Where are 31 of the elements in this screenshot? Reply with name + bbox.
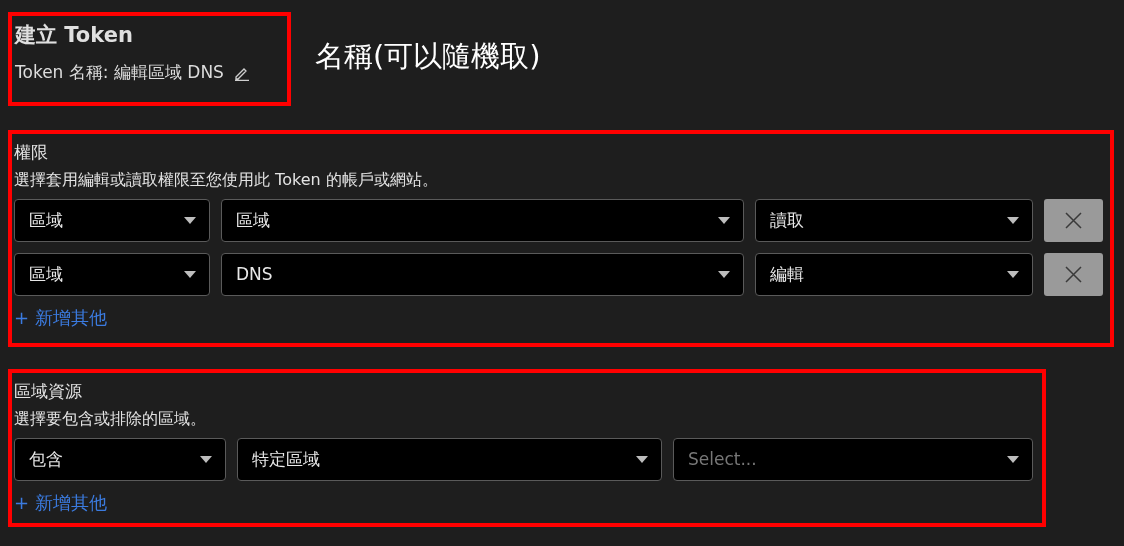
add-link[interactable]: + 新增其他 xyxy=(14,304,1110,331)
caret-icon xyxy=(1007,456,1019,463)
section-description: 選擇套用編輯或讀取權限至您使用此 Token 的帳戶或網站。 xyxy=(14,169,439,191)
close-icon xyxy=(1065,212,1082,229)
add-link[interactable]: + 新增其他 xyxy=(14,489,1042,516)
select-field[interactable]: 包含 xyxy=(14,438,226,481)
section-title: 區域資源 xyxy=(14,380,83,403)
caret-icon xyxy=(718,217,730,224)
select-field[interactable]: 特定區域 xyxy=(237,438,662,481)
remove-button[interactable] xyxy=(1044,253,1103,296)
select-field[interactable]: DNS xyxy=(221,253,744,296)
caret-icon xyxy=(1007,217,1019,224)
select-field[interactable]: 區域 xyxy=(221,199,744,242)
select-field[interactable]: 區域 xyxy=(14,199,210,242)
caret-icon xyxy=(184,271,196,278)
close-icon xyxy=(1065,266,1082,283)
select-field[interactable]: 區域 xyxy=(14,253,210,296)
annotation-text: 名稱(可以隨機取) xyxy=(315,38,541,76)
page-title: 建立 Token xyxy=(15,22,134,49)
caret-icon xyxy=(200,456,212,463)
token-name-label: Token 名稱: 編輯區域 DNS xyxy=(15,61,224,84)
caret-icon xyxy=(718,271,730,278)
caret-icon xyxy=(636,456,648,463)
section-description: 選擇要包含或排除的區域。 xyxy=(14,408,207,430)
select-field[interactable]: Select... xyxy=(673,438,1033,481)
select-field[interactable]: 編輯 xyxy=(755,253,1033,296)
section-title: 權限 xyxy=(14,141,49,164)
caret-icon xyxy=(184,217,196,224)
select-field[interactable]: 讀取 xyxy=(755,199,1033,242)
caret-icon xyxy=(1007,271,1019,278)
remove-button[interactable] xyxy=(1044,199,1103,242)
